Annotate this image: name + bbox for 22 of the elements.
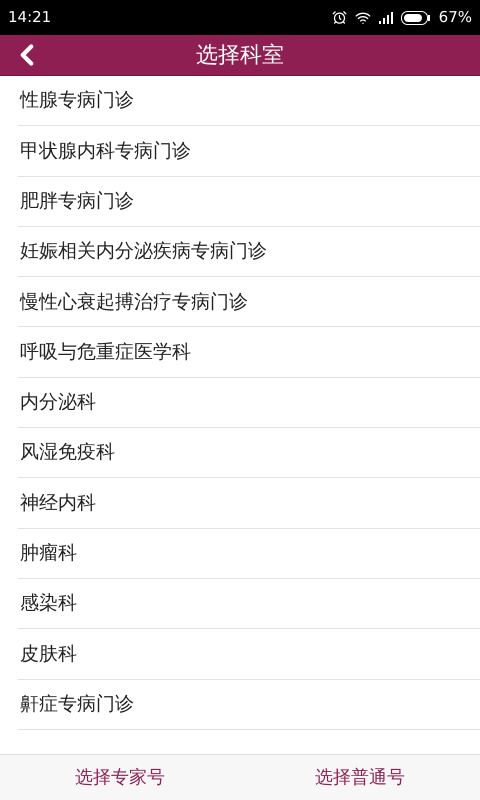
department-item[interactable]: 肥胖专病门诊 (18, 186, 134, 216)
department-item[interactable]: 妊娠相关内分泌疾病专病门诊 (18, 237, 267, 266)
wifi-icon (354, 10, 371, 26)
department-item[interactable]: 神经内科 (18, 488, 96, 518)
clock-time: 14:21 (8, 7, 52, 28)
department-item[interactable]: 内分泌科 (18, 388, 96, 417)
alarm-icon (332, 10, 347, 25)
department-item[interactable]: 慢性心衰起搏治疗专病门诊 (18, 288, 248, 316)
department-item[interactable]: 性腺专病门诊 (18, 86, 134, 115)
page-title: 选择科室 (196, 42, 284, 70)
department-item[interactable]: 甲状腺内科专病门诊 (18, 136, 191, 166)
department-item[interactable]: 鼾症专病门诊 (18, 690, 134, 718)
department-item[interactable]: 皮肤科 (18, 640, 77, 668)
tab-button[interactable]: 选择普通号 (240, 755, 480, 800)
signal-icon (378, 12, 393, 24)
department-item[interactable]: 呼吸与危重症医学科 (18, 338, 191, 366)
department-item[interactable]: 风湿免疫科 (18, 438, 115, 467)
battery-percent: 67% (438, 7, 472, 28)
department-item[interactable]: 感染科 (18, 589, 77, 618)
battery-icon (400, 10, 431, 24)
tab-button[interactable]: 选择专家号 (0, 755, 240, 800)
department-item[interactable]: 肿瘤科 (18, 539, 77, 568)
